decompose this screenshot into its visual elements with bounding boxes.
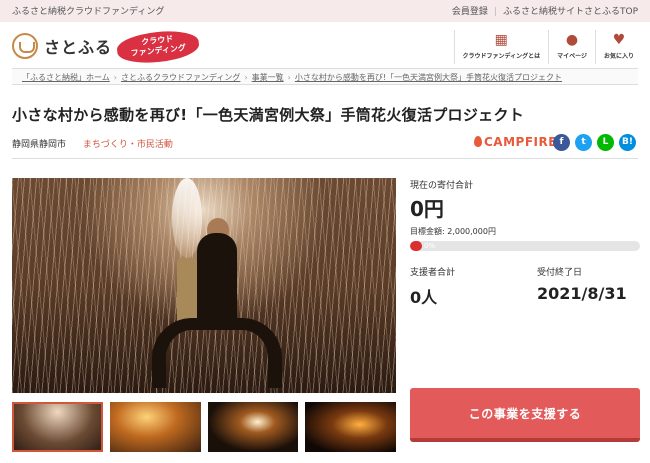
nav-label: お気に入り: [603, 53, 634, 60]
thumbnail-3[interactable]: [207, 402, 299, 452]
campfire-logo[interactable]: CAMPFIRE: [474, 135, 557, 149]
nav-favorites[interactable]: ♥ お気に入り: [594, 30, 642, 64]
current-amount: 0円: [410, 197, 444, 221]
progress-text: 0%: [424, 242, 436, 250]
campfire-text: CAMPFIRE: [484, 135, 557, 149]
site-tagline: ふるさと納税クラウドファンディング: [12, 7, 165, 17]
top-links: 会員登録 | ふるさと納税サイトさとふるTOP: [451, 7, 638, 17]
social-share: f t L B!: [553, 134, 636, 151]
deadline-label: 受付終了日: [537, 268, 583, 278]
supporters-stat: 支援者合計 0人: [410, 265, 455, 308]
goal-amount: 目標金額: 2,000,000円: [410, 227, 496, 236]
hatena-bookmark-icon[interactable]: B!: [619, 134, 636, 151]
grid-icon: ▦: [494, 32, 508, 48]
crowdfunding-badge[interactable]: クラウド ファンディング: [115, 27, 201, 67]
header-nav: ▦ クラウドファンディングとは ● マイページ ♥ お気に入り: [453, 30, 643, 64]
supporters-value: 0人: [410, 288, 438, 307]
facebook-icon[interactable]: f: [553, 134, 570, 151]
deadline-stat: 受付終了日 2021/8/31: [537, 265, 627, 303]
support-project-button[interactable]: この事業を支援する: [410, 388, 640, 442]
breadcrumb-projects[interactable]: 事業一覧: [252, 73, 284, 82]
nav-mypage[interactable]: ● マイページ: [548, 30, 595, 64]
satofull-logo[interactable]: さとふる: [12, 33, 112, 59]
performer-body: [197, 233, 237, 323]
line-icon[interactable]: L: [597, 134, 614, 151]
thumbnail-4[interactable]: [305, 402, 396, 452]
user-icon: ●: [565, 32, 579, 48]
breadcrumb: 「ふるさと納税」ホーム › さとふるクラウドファンディング › 事業一覧 › 小さな村から感…: [22, 73, 563, 82]
project-location: 静岡県静岡市: [12, 140, 67, 150]
main-project-photo: [12, 178, 396, 393]
photo-thumbnails: [12, 402, 396, 452]
divider: [12, 158, 638, 159]
breadcrumb-bar: 「ふるさと納税」ホーム › さとふるクラウドファンディング › 事業一覧 › 小さな村から感…: [12, 68, 638, 85]
nav-label: マイページ: [557, 53, 587, 60]
flame-icon: [474, 136, 482, 147]
current-amount-label: 現在の寄付合計: [410, 181, 474, 191]
project-meta: 静岡県静岡市 まちづくり・市民活動: [12, 137, 173, 150]
funding-panel: 現在の寄付合計 0円 目標金額: 2,000,000円 0% 支援者合計 0人 …: [410, 178, 640, 307]
supporters-label: 支援者合計: [410, 268, 456, 278]
nav-about-crowdfunding[interactable]: ▦ クラウドファンディングとは: [453, 30, 549, 64]
project-title: 小さな村から感動を再び!「一色天満宮例大祭」手筒花火復活プロジェクト: [12, 106, 525, 124]
breadcrumb-crowdfunding[interactable]: さとふるクラウドファンディング: [121, 73, 240, 82]
performer-legs: [152, 318, 282, 388]
progress-bar: 0%: [410, 241, 640, 251]
register-link[interactable]: 会員登録: [452, 7, 488, 17]
thumbnail-2[interactable]: [109, 402, 201, 452]
project-category[interactable]: まちづくり・市民活動: [83, 140, 173, 150]
nav-label: クラウドファンディングとは: [462, 53, 541, 60]
satofull-top-link[interactable]: ふるさと納税サイトさとふるTOP: [503, 7, 638, 17]
logo-text: さとふる: [44, 38, 113, 57]
twitter-icon[interactable]: t: [575, 134, 592, 151]
progress-fill: 0%: [410, 241, 435, 251]
breadcrumb-current[interactable]: 小さな村から感動を再び!「一色天満宮例大祭」手筒花火復活プロジェクト: [295, 73, 562, 82]
deadline-value: 2021/8/31: [537, 284, 627, 303]
top-bar: ふるさと納税クラウドファンディング 会員登録 | ふるさと納税サイトさとふるTOP: [0, 0, 650, 22]
thumbnail-1[interactable]: [12, 402, 103, 452]
logo-icon: [12, 33, 38, 59]
breadcrumb-home[interactable]: 「ふるさと納税」ホーム: [22, 73, 110, 82]
heart-icon: ♥: [612, 32, 626, 48]
site-header: さとふる クラウド ファンディング ▦ クラウドファンディングとは ● マイペー…: [0, 22, 650, 70]
